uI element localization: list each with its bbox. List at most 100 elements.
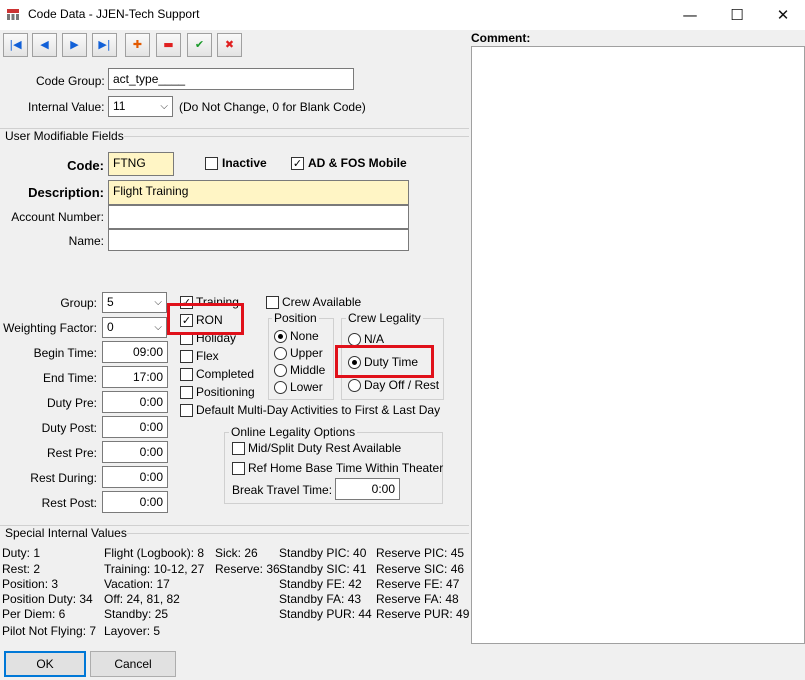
save-record-button[interactable]: ✔ xyxy=(187,33,212,57)
special-value: Position Duty: 34 xyxy=(2,592,93,606)
special-value: Standby PIC: 40 xyxy=(279,546,367,560)
begin-time-field[interactable]: 09:00 xyxy=(102,341,168,363)
special-value: Flight (Logbook): 8 xyxy=(104,546,205,560)
special-value: Duty: 1 xyxy=(2,546,41,560)
divider xyxy=(127,533,469,534)
positioning-checkbox[interactable] xyxy=(180,386,193,399)
last-record-button[interactable]: ▶| xyxy=(92,33,117,57)
divider xyxy=(124,136,469,137)
completed-checkbox[interactable] xyxy=(180,368,193,381)
internal-value-select[interactable]: 11 ⌵ xyxy=(108,96,173,117)
comment-textarea[interactable] xyxy=(471,46,805,644)
cancel-edit-button[interactable]: ✖ xyxy=(217,33,242,57)
account-number-label: Account Number: xyxy=(11,210,104,224)
weighting-factor-select[interactable]: 0 ⌵ xyxy=(102,317,167,338)
previous-record-button[interactable]: ◀ xyxy=(32,33,57,57)
rest-during-field[interactable]: 0:00 xyxy=(102,466,168,488)
chevron-down-icon: ⌵ xyxy=(154,297,162,308)
title-bar: Code Data - JJEN-Tech Support — ☐ ✕ xyxy=(0,0,805,30)
close-button[interactable]: ✕ xyxy=(760,0,805,30)
special-value: Layover: 5 xyxy=(104,624,161,638)
cancel-button[interactable]: Cancel xyxy=(90,651,176,677)
special-value: Reserve PUR: 49 xyxy=(376,607,470,621)
special-value: Standby PUR: 44 xyxy=(279,607,372,621)
group-select[interactable]: 5 ⌵ xyxy=(102,292,167,313)
crew-legality-day-off-radio[interactable] xyxy=(348,379,361,392)
ok-button[interactable]: OK xyxy=(4,651,86,677)
ref-home-base-checkbox[interactable] xyxy=(232,462,245,475)
special-values-title: Special Internal Values xyxy=(3,526,129,540)
crew-available-checkbox[interactable] xyxy=(266,296,279,309)
first-record-button[interactable]: |◀ xyxy=(3,33,28,57)
position-upper-label: Upper xyxy=(290,346,323,360)
comment-label: Comment: xyxy=(471,31,531,45)
special-value: Standby FA: 43 xyxy=(279,592,362,606)
special-value: Position: 3 xyxy=(2,577,59,591)
user-fields-title: User Modifiable Fields xyxy=(3,129,126,143)
special-value: Reserve SIC: 46 xyxy=(376,562,465,576)
highlight-box-ron xyxy=(167,303,244,335)
special-value: Pilot Not Flying: 7 xyxy=(2,624,97,638)
crew-legality-day-off-label: Day Off / Rest xyxy=(364,378,440,392)
code-group-label: Code Group: xyxy=(36,74,105,88)
name-label: Name: xyxy=(68,234,104,248)
code-label: Code: xyxy=(67,158,104,173)
position-upper-radio[interactable] xyxy=(274,347,287,360)
add-record-button[interactable]: ✚ xyxy=(125,33,150,57)
description-field[interactable]: Flight Training xyxy=(108,180,409,205)
rest-post-label: Rest Post: xyxy=(41,496,97,510)
default-multi-day-checkbox[interactable] xyxy=(180,404,193,417)
special-value: Standby FE: 42 xyxy=(279,577,362,591)
rest-post-field[interactable]: 0:00 xyxy=(102,491,168,513)
chevron-down-icon: ⌵ xyxy=(160,101,168,112)
special-value: Reserve: 36 xyxy=(215,562,280,576)
account-number-field[interactable] xyxy=(108,205,409,229)
position-lower-radio[interactable] xyxy=(274,381,287,394)
name-field[interactable] xyxy=(108,229,409,251)
flex-checkbox[interactable] xyxy=(180,350,193,363)
position-none-radio[interactable] xyxy=(274,330,287,343)
code-group-field[interactable]: act_type____ xyxy=(108,68,354,90)
internal-value-selected: 11 xyxy=(113,99,126,113)
end-time-label: End Time: xyxy=(42,371,97,385)
rest-pre-field[interactable]: 0:00 xyxy=(102,441,168,463)
special-value: Standby: 25 xyxy=(104,607,169,621)
completed-label: Completed xyxy=(196,367,255,381)
next-record-button[interactable]: ▶ xyxy=(62,33,87,57)
crew-legality-na-label: N/A xyxy=(364,332,385,346)
window-title: Code Data - JJEN-Tech Support xyxy=(28,7,200,21)
description-label: Description: xyxy=(28,185,104,200)
minimize-button[interactable]: — xyxy=(667,0,713,30)
special-value: Reserve FA: 48 xyxy=(376,592,459,606)
duty-post-field[interactable]: 0:00 xyxy=(102,416,168,438)
position-middle-radio[interactable] xyxy=(274,364,287,377)
rest-during-label: Rest During: xyxy=(30,471,97,485)
maximize-button[interactable]: ☐ xyxy=(714,0,760,30)
end-time-field[interactable]: 17:00 xyxy=(102,366,168,388)
duty-post-label: Duty Post: xyxy=(41,421,97,435)
special-value: Reserve PIC: 45 xyxy=(376,546,465,560)
group-selected: 5 xyxy=(107,295,114,309)
crew-available-label: Crew Available xyxy=(282,295,362,309)
mid-split-duty-checkbox[interactable] xyxy=(232,442,245,455)
inactive-label: Inactive xyxy=(222,156,267,170)
special-value: Reserve FE: 47 xyxy=(376,577,460,591)
position-none-label: None xyxy=(290,329,319,343)
ad-fos-mobile-label: AD & FOS Mobile xyxy=(308,156,407,170)
internal-value-hint: (Do Not Change, 0 for Blank Code) xyxy=(179,100,366,114)
ad-fos-mobile-checkbox[interactable]: ✓ xyxy=(291,157,304,170)
position-middle-label: Middle xyxy=(290,363,326,377)
inactive-checkbox[interactable] xyxy=(205,157,218,170)
duty-pre-field[interactable]: 0:00 xyxy=(102,391,168,413)
ref-home-base-label: Ref Home Base Time Within Theater xyxy=(248,461,444,475)
special-value: Vacation: 17 xyxy=(104,577,170,591)
code-field[interactable]: FTNG xyxy=(108,152,174,176)
delete-record-button[interactable]: ▬ xyxy=(156,33,181,57)
positioning-label: Positioning xyxy=(196,385,255,399)
internal-value-label: Internal Value: xyxy=(28,100,105,114)
break-travel-field[interactable]: 0:00 xyxy=(335,478,400,500)
group-label: Group: xyxy=(60,296,97,310)
special-value: Training: 10-12, 27 xyxy=(104,562,205,576)
crew-legality-title: Crew Legality xyxy=(346,311,423,325)
break-travel-label: Break Travel Time: xyxy=(232,483,333,497)
